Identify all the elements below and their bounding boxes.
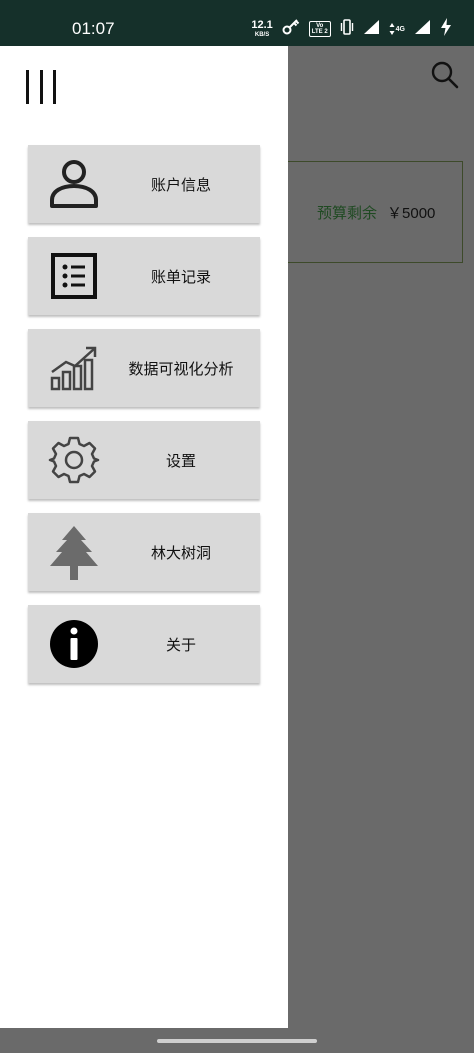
menu-item-label: 关于 (165, 635, 196, 654)
key-icon (282, 19, 300, 39)
network-type: 4G (395, 25, 405, 33)
data-arrows-icon: 4G (389, 22, 405, 36)
hamburger-menu-icon[interactable] (26, 70, 56, 104)
menu-bar (26, 70, 29, 104)
menu-item-tree-hole[interactable]: 林大树洞 (28, 513, 260, 591)
status-icons: 12.1 KB/S Vo LTE 2 4G (251, 18, 452, 40)
budget-card: 预算剩余 ￥5000 (268, 161, 463, 263)
list-icon (48, 250, 100, 302)
status-bar: 01:07 12.1 KB/S Vo LTE 2 4G (0, 0, 474, 46)
menu-item-label: 账单记录 (150, 267, 211, 286)
budget-amount: ￥5000 (387, 204, 436, 222)
charging-icon (440, 18, 452, 40)
chart-icon (48, 342, 100, 394)
menu-item-label: 数据可视化分析 (128, 359, 234, 378)
menu-bar (39, 70, 43, 104)
navigation-drawer: 账户信息 账单记录 数据可视化分析 设置 林大树洞 关于 (0, 46, 288, 1028)
status-time: 01:07 (72, 19, 115, 38)
menu-item-settings[interactable]: 设置 (28, 421, 260, 499)
menu-item-bill-records[interactable]: 账单记录 (28, 237, 260, 315)
volte-badge: Vo LTE 2 (308, 21, 331, 37)
person-icon (48, 158, 100, 210)
budget-label: 预算剩余 (317, 204, 378, 222)
signal-icon (363, 19, 380, 39)
menu-item-label: 账户信息 (150, 175, 211, 194)
network-speed: 12.1 KB/S (251, 19, 273, 39)
signal-icon (414, 19, 431, 39)
menu-item-about[interactable]: 关于 (28, 605, 260, 683)
menu-item-data-visualization[interactable]: 数据可视化分析 (28, 329, 260, 407)
gear-icon (48, 434, 100, 486)
tree-icon (48, 526, 100, 580)
gesture-handle[interactable] (157, 1039, 317, 1043)
menu-item-label: 林大树洞 (150, 543, 211, 562)
menu-item-label: 设置 (165, 451, 196, 470)
network-speed-value: 12.1 (251, 19, 273, 31)
menu-bar (53, 70, 56, 104)
menu-item-account-info[interactable]: 账户信息 (28, 145, 260, 223)
volte-line2: LTE 2 (311, 29, 328, 35)
navigation-bar (0, 1028, 474, 1053)
search-icon[interactable] (430, 60, 460, 90)
info-icon (48, 618, 100, 670)
vibrate-icon (340, 19, 354, 39)
network-speed-unit: KB/S (254, 32, 270, 38)
